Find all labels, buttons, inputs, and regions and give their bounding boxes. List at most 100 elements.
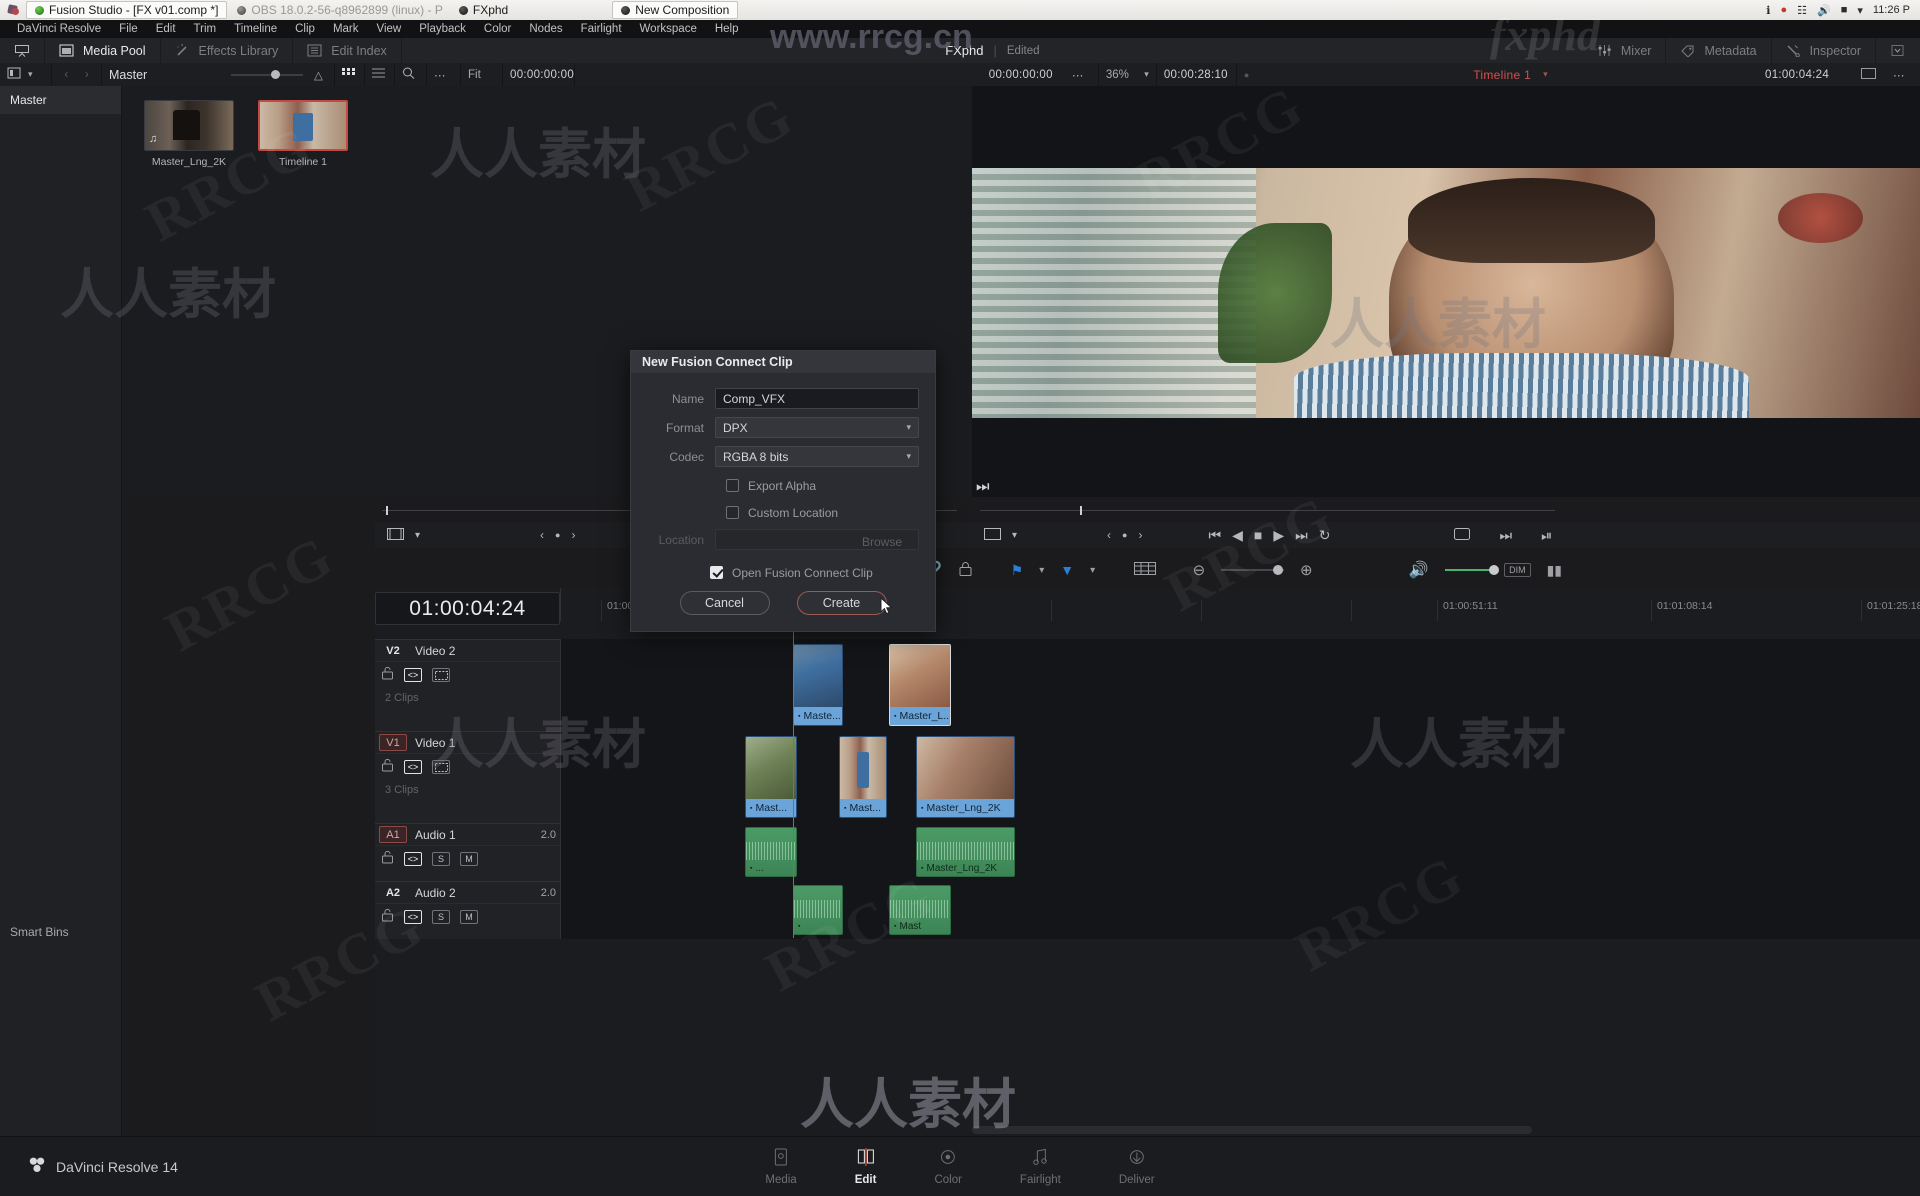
custom-location-checkbox[interactable] bbox=[726, 506, 739, 519]
menu-item-help[interactable]: Help bbox=[706, 20, 748, 38]
mute-button[interactable]: M bbox=[460, 910, 478, 924]
fullscreen-icon[interactable] bbox=[1454, 527, 1471, 543]
menu-item-clip[interactable]: Clip bbox=[286, 20, 324, 38]
marker-dot-icon[interactable]: ● bbox=[555, 530, 560, 540]
stop-icon[interactable]: ■ bbox=[1254, 527, 1262, 543]
timeline-transport-controls[interactable]: ⏮ ◀ ■ ▶ ⏭ ↻ bbox=[1196, 527, 1342, 544]
track-id-badge[interactable]: V2 bbox=[379, 642, 407, 659]
chevron-down-icon[interactable]: ▾ bbox=[1857, 4, 1863, 17]
scrubber-playhead[interactable] bbox=[386, 506, 388, 515]
chevron-down-icon[interactable]: ▾ bbox=[415, 530, 420, 541]
flag-icon[interactable]: ⚑ bbox=[1011, 562, 1024, 579]
chevron-down-icon[interactable]: ▾ bbox=[28, 69, 33, 80]
menu-item-fairlight[interactable]: Fairlight bbox=[572, 20, 631, 38]
solo-button[interactable]: S bbox=[432, 852, 450, 866]
marker-dot-icon[interactable]: ● bbox=[1122, 530, 1127, 540]
timeline-name-cell[interactable]: Timeline 1 ▾ bbox=[1263, 63, 1758, 86]
next-marker-icon[interactable]: › bbox=[1138, 528, 1142, 542]
track-area-a2[interactable]: Mast bbox=[560, 881, 1920, 939]
solo-button[interactable]: S bbox=[432, 910, 450, 924]
sidebar-item-smart-bins[interactable]: Smart Bins bbox=[0, 918, 79, 946]
media-pool-item[interactable]: Timeline 1 bbox=[258, 100, 348, 168]
timeline-audio-clip[interactable]: Master_Lng_2K bbox=[916, 827, 1015, 877]
jump-start-icon[interactable]: ⏮ bbox=[1208, 527, 1221, 544]
video-track-icon[interactable] bbox=[432, 760, 450, 774]
os-window-obs[interactable]: OBS 18.0.2-56-q8962899 (linux) - P bbox=[229, 1, 450, 19]
chevron-down-icon[interactable]: ▾ bbox=[1039, 565, 1044, 576]
track-name[interactable]: Audio 1 bbox=[415, 828, 533, 842]
scrubber-playhead[interactable] bbox=[1080, 506, 1082, 515]
video-track-icon[interactable] bbox=[432, 668, 450, 682]
lock-icon[interactable] bbox=[958, 561, 973, 580]
page-button-edit[interactable]: Edit bbox=[855, 1147, 876, 1186]
list-view-button[interactable] bbox=[365, 63, 395, 86]
chevron-down-icon[interactable]: ▾ bbox=[1543, 69, 1548, 80]
volume-icon[interactable]: 🔊 bbox=[1817, 4, 1831, 17]
timeline-clip[interactable]: Maste... bbox=[793, 644, 843, 726]
zoom-in-icon[interactable]: ⊕ bbox=[1300, 561, 1313, 579]
track-area-a1[interactable]: ... Master_Lng_2K bbox=[560, 823, 1920, 881]
timeline-clip[interactable]: Master_L... bbox=[889, 644, 951, 726]
mute-button[interactable]: M bbox=[460, 852, 478, 866]
network-icon[interactable]: ☷ bbox=[1797, 4, 1807, 17]
jump-end-icon[interactable]: ⏭ bbox=[1295, 527, 1308, 544]
menu-item-playback[interactable]: Playback bbox=[410, 20, 475, 38]
lock-icon[interactable] bbox=[381, 758, 394, 777]
format-dropdown[interactable]: DPX ▾ bbox=[715, 417, 919, 438]
media-pool-item[interactable]: ♫ Master_Lng_2K bbox=[144, 100, 234, 168]
menu-item-trim[interactable]: Trim bbox=[185, 20, 226, 38]
auto-select-icon[interactable]: <> bbox=[404, 668, 422, 682]
timeline-marker-nav[interactable]: ‹ ● › bbox=[1095, 528, 1154, 542]
back-arrow-icon[interactable]: ‹ bbox=[64, 69, 68, 81]
toggle-panel-button[interactable] bbox=[0, 38, 45, 63]
viewer-options-button[interactable]: ⋯ bbox=[1065, 63, 1099, 86]
record-icon[interactable]: ● bbox=[1780, 4, 1787, 16]
skip-to-end-icon[interactable]: ⏭ bbox=[976, 478, 990, 495]
chevron-down-icon[interactable]: ▾ bbox=[1144, 69, 1149, 80]
bin-view-toggle[interactable]: ▾ bbox=[0, 63, 52, 86]
lock-icon[interactable] bbox=[381, 908, 394, 927]
timeline-zoom-slider[interactable] bbox=[1221, 565, 1285, 575]
source-view-mode[interactable]: ▾ bbox=[375, 527, 432, 543]
menu-item-timeline[interactable]: Timeline bbox=[225, 20, 286, 38]
timeline-audio-clip[interactable] bbox=[793, 885, 843, 935]
timeline-audio-clip[interactable]: Mast bbox=[889, 885, 951, 935]
track-area-v2[interactable]: Maste... Master_L... bbox=[560, 639, 1920, 731]
lock-icon[interactable] bbox=[381, 850, 394, 869]
jump-end-alt-icon[interactable]: ⏭ bbox=[1499, 527, 1512, 544]
sidebar-item-master[interactable]: Master bbox=[0, 86, 121, 114]
timeline-view-mode[interactable]: ▾ bbox=[972, 527, 1029, 543]
menu-item-workspace[interactable]: Workspace bbox=[631, 20, 706, 38]
menu-item-mark[interactable]: Mark bbox=[324, 20, 368, 38]
track-name[interactable]: Video 2 bbox=[415, 644, 556, 658]
track-name[interactable]: Audio 2 bbox=[415, 886, 533, 900]
chevron-down-icon[interactable]: ▾ bbox=[1012, 530, 1017, 541]
dim-button[interactable]: DIM bbox=[1504, 563, 1531, 577]
auto-select-icon[interactable]: <> bbox=[404, 852, 422, 866]
expand-panel-button[interactable] bbox=[1876, 38, 1920, 63]
battery-icon[interactable]: ■ bbox=[1841, 4, 1848, 16]
next-marker-icon[interactable]: › bbox=[571, 528, 575, 542]
os-window-fusion-studio[interactable]: Fusion Studio - [FX v01.comp *] bbox=[26, 1, 228, 19]
options-button[interactable]: ⋯ bbox=[427, 63, 461, 86]
search-button[interactable] bbox=[395, 63, 427, 86]
track-id-badge[interactable]: V1 bbox=[379, 734, 407, 751]
export-alpha-checkbox[interactable] bbox=[726, 479, 739, 492]
menu-item-davinci-resolve[interactable]: DaVinci Resolve bbox=[8, 20, 110, 38]
track-area-v1[interactable]: Mast... Mast... Master_Lng_2K bbox=[560, 731, 1920, 823]
play-icon[interactable]: ▶ bbox=[1273, 527, 1284, 544]
menu-item-view[interactable]: View bbox=[368, 20, 411, 38]
previous-marker-icon[interactable]: ‹ bbox=[1107, 528, 1111, 542]
thumbnail-size-slider[interactable] bbox=[227, 63, 307, 86]
edit-index-button[interactable]: Edit Index bbox=[293, 38, 402, 63]
speaker-icon[interactable]: 🔊 bbox=[1409, 560, 1429, 580]
timeline-clip[interactable]: Mast... bbox=[745, 736, 797, 818]
custom-location-row[interactable]: Custom Location bbox=[647, 501, 919, 524]
timeline-scrubber[interactable] bbox=[980, 506, 1555, 515]
source-marker-nav[interactable]: ‹ ● › bbox=[528, 528, 587, 542]
page-button-fairlight[interactable]: Fairlight bbox=[1020, 1148, 1061, 1186]
timeline-clip[interactable]: Master_Lng_2K bbox=[916, 736, 1015, 818]
timeline-options-button[interactable]: ⋯ bbox=[1886, 63, 1920, 86]
info-icon[interactable]: ℹ bbox=[1766, 4, 1770, 17]
track-name[interactable]: Video 1 bbox=[415, 736, 556, 750]
